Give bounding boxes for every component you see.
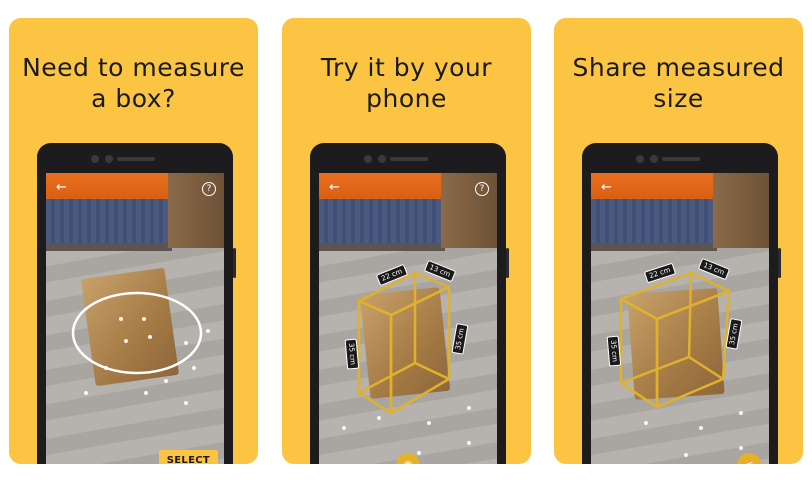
phone-camera xyxy=(364,155,372,163)
measurement-box-outline xyxy=(619,271,743,457)
phone-speaker xyxy=(662,157,700,161)
phone-side-button xyxy=(233,248,236,278)
phone-sensor xyxy=(378,155,386,163)
card-title: Share measured size xyxy=(554,52,803,114)
phone-sensor xyxy=(105,155,113,163)
help-icon[interactable]: ? xyxy=(202,182,216,196)
screenshot-card-3: Share measured size 22 cm 13 cm 35 cm 35… xyxy=(554,18,803,464)
card-title-line: Try it by your xyxy=(320,53,493,82)
phone-camera xyxy=(91,155,99,163)
help-icon[interactable]: ? xyxy=(475,182,489,196)
phone-side-button xyxy=(506,248,509,278)
select-button[interactable]: SELECT xyxy=(158,450,218,464)
camera-view[interactable]: 22 cm 13 cm 35 cm 35 cm ← < xyxy=(591,173,769,464)
card-title-line: Need to measure xyxy=(22,53,245,82)
phone-frame: 22 cm 13 cm 35 cm 35 cm ← < xyxy=(582,143,781,464)
measurement-box-outline xyxy=(342,271,471,455)
selection-ring xyxy=(71,291,210,405)
height-label: 35 cm xyxy=(344,338,360,370)
phone-side-button xyxy=(778,248,781,278)
phone-frame: 22 cm 13 cm 35 cm 35 cm ← ? ◉ xyxy=(310,143,509,464)
back-arrow-icon[interactable]: ← xyxy=(601,181,612,195)
card-title-line: size xyxy=(653,84,704,113)
card-title-line: a box? xyxy=(91,84,176,113)
phone-speaker xyxy=(117,157,155,161)
back-arrow-icon[interactable]: ← xyxy=(329,181,340,195)
phone-sensor xyxy=(650,155,658,163)
phone-frame: ← ? SELECT xyxy=(37,143,236,464)
card-title-line: Share measured xyxy=(572,53,785,82)
card-title-line: phone xyxy=(366,84,447,113)
card-title: Try it by your phone xyxy=(282,52,531,114)
back-arrow-icon[interactable]: ← xyxy=(56,181,67,195)
phone-camera xyxy=(636,155,644,163)
height-label: 35 cm xyxy=(606,335,622,367)
camera-view[interactable]: ← ? SELECT xyxy=(46,173,224,464)
phone-speaker xyxy=(390,157,428,161)
screenshot-card-2: Try it by your phone 22 cm 13 cm 35 cm 3… xyxy=(282,18,531,464)
camera-view[interactable]: 22 cm 13 cm 35 cm 35 cm ← ? ◉ xyxy=(319,173,497,464)
card-title: Need to measure a box? xyxy=(9,52,258,114)
screenshot-card-1: Need to measure a box? ← ? SELECT xyxy=(9,18,258,464)
